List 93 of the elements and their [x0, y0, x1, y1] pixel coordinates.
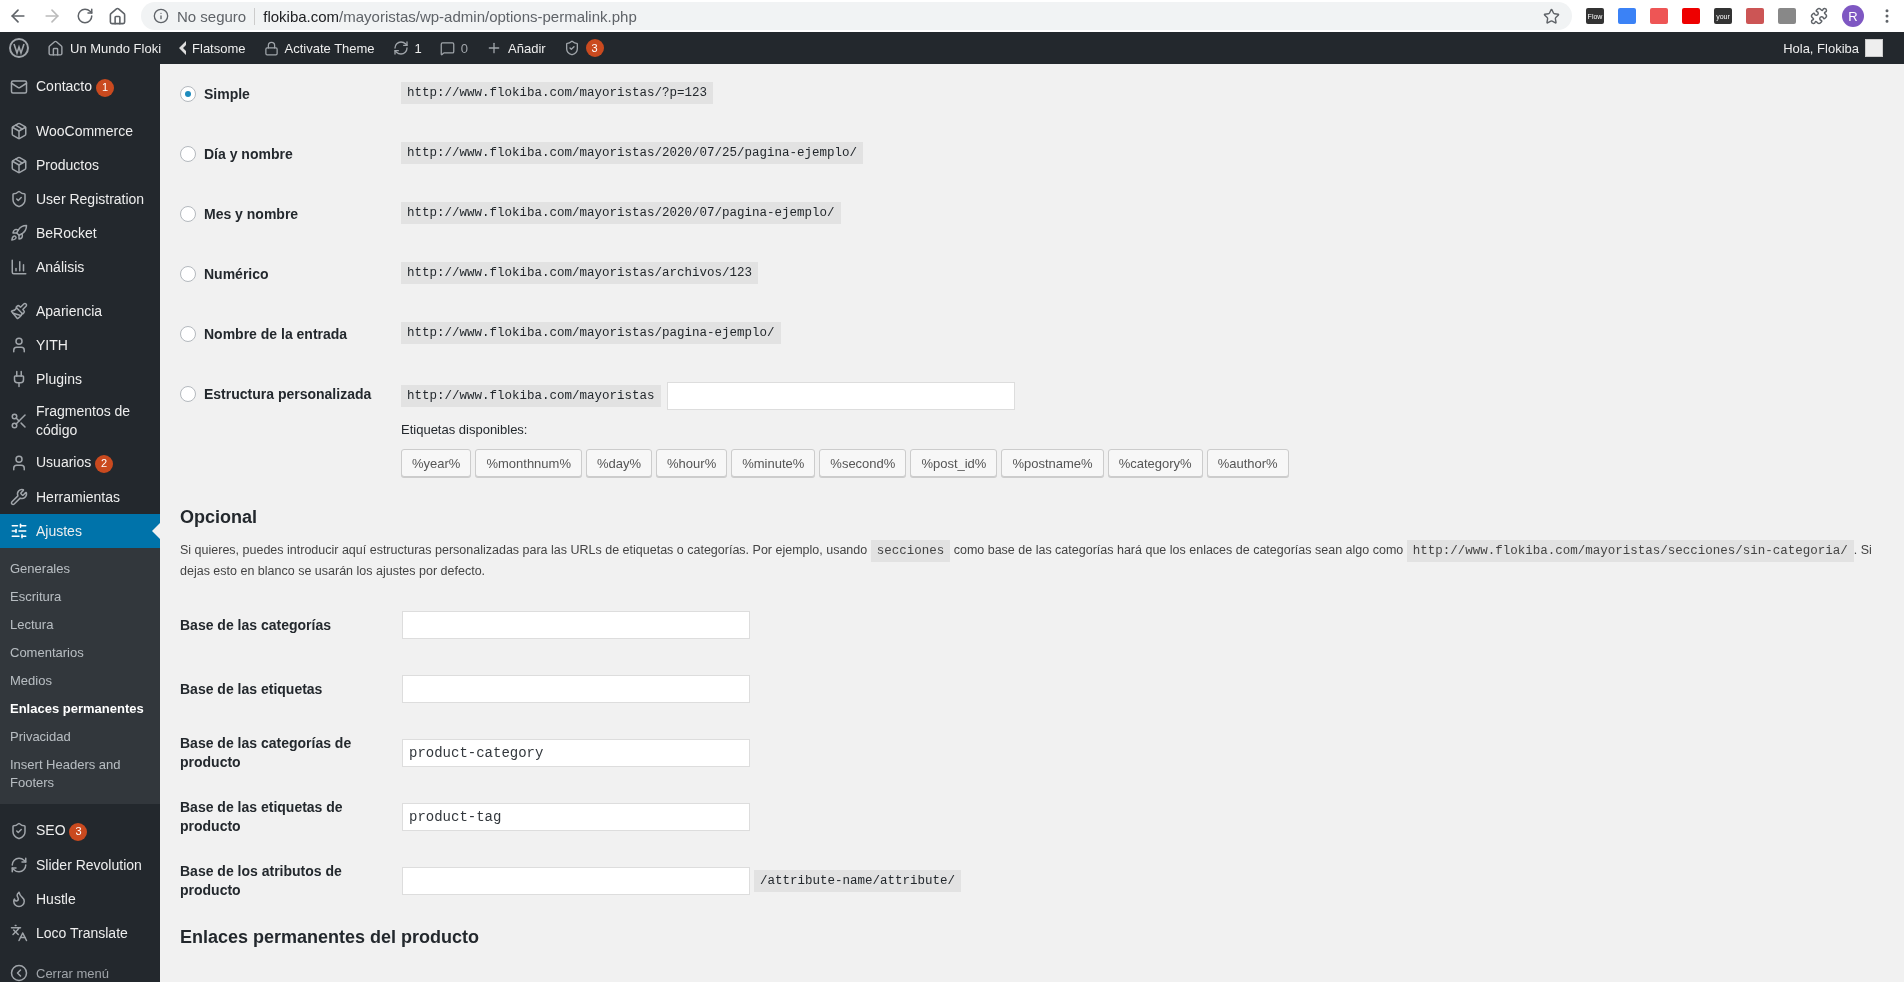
input-field[interactable]	[402, 611, 750, 639]
security-label: No seguro	[177, 7, 256, 25]
input-field[interactable]	[402, 675, 750, 703]
sidebar-item[interactable]: Plugins	[0, 362, 160, 396]
greeting-link[interactable]: Hola, Flokiba	[1774, 32, 1892, 64]
url-example: http://www.flokiba.com/mayoristas/?p=123	[401, 82, 714, 104]
url-example: http://www.flokiba.com/mayoristas/2020/07/25/pagina-ejemplo/	[401, 142, 864, 164]
radio-option[interactable]: Mes y nombre	[180, 202, 401, 226]
tags-label: Etiquetas disponibles:	[401, 422, 529, 437]
sidebar-item[interactable]: Slider Revolution	[0, 848, 160, 882]
extension-icon[interactable]	[1746, 8, 1764, 24]
submenu-item[interactable]: Insert Headers and Footers	[0, 751, 160, 797]
field-label: Base de las categorías de producto	[180, 734, 353, 772]
site-link[interactable]: Un Mundo Floki	[38, 32, 171, 64]
updates-link[interactable]: 1	[383, 32, 431, 64]
radio-option[interactable]: Numérico	[180, 262, 401, 286]
extension-icon[interactable]	[1618, 8, 1636, 24]
chevron-icon	[179, 41, 187, 55]
field-label: Base de los atributos de producto	[180, 862, 343, 900]
comment-icon	[439, 40, 455, 56]
radio-option[interactable]: Día y nombre	[180, 142, 401, 166]
field-label: Base de las etiquetas de producto	[180, 798, 344, 836]
sidebar-item[interactable]: YITH	[0, 328, 160, 362]
submenu-item[interactable]: Medios	[0, 667, 160, 695]
shield-icon	[563, 40, 580, 56]
custom-structure-field[interactable]	[666, 382, 1015, 410]
submenu-item[interactable]: Escritura	[0, 583, 160, 611]
home-icon[interactable]	[108, 6, 127, 26]
sidebar-item[interactable]: Herramientas	[0, 480, 160, 514]
tag-button[interactable]: %hour%	[656, 449, 728, 477]
puzzle-icon[interactable]	[1810, 7, 1828, 25]
extension-icon[interactable]	[1650, 8, 1668, 24]
sidebar-item[interactable]: Productos	[0, 148, 160, 182]
url-example: http://www.flokiba.com/mayoristas/2020/07/pagina-ejemplo/	[401, 202, 841, 224]
tag-button[interactable]: %post_id%	[910, 449, 998, 477]
theme-link[interactable]: Flatsome	[170, 32, 255, 64]
submenu-item[interactable]: Lectura	[0, 611, 160, 639]
radio-option[interactable]: Simple	[180, 82, 401, 106]
collapse-icon	[10, 964, 28, 982]
tag-button[interactable]: %postname%	[1001, 449, 1104, 477]
tag-button[interactable]: %minute%	[731, 449, 816, 477]
radio-option[interactable]: Nombre de la entrada	[180, 322, 401, 346]
submenu-item[interactable]: Privacidad	[0, 723, 160, 751]
url-suffix: /attribute-name/attribute/	[754, 870, 962, 892]
section-heading: Enlaces permanentes del producto	[180, 927, 481, 948]
seo-menu[interactable]: 3	[554, 32, 613, 64]
add-new-link[interactable]: Añadir	[477, 32, 555, 64]
activate-theme-link[interactable]: Activate Theme	[254, 32, 384, 64]
tag-button[interactable]: %year%	[401, 449, 472, 477]
sidebar-item[interactable]: User Registration	[0, 182, 160, 216]
sidebar-item[interactable]: SEO 3	[0, 814, 160, 848]
lock-icon	[263, 40, 279, 56]
tag-button[interactable]: %second%	[819, 449, 907, 477]
sidebar-item[interactable]: Hustle	[0, 882, 160, 916]
radio-option[interactable]: Estructura personalizada	[180, 382, 401, 406]
star-icon[interactable]	[1543, 7, 1560, 25]
reload-icon[interactable]	[76, 7, 94, 25]
field-label: Base de las categorías	[180, 615, 332, 635]
input-field[interactable]	[402, 867, 750, 895]
url-example: http://www.flokiba.com/mayoristas/pagina-ejemplo/	[401, 322, 781, 344]
sidebar-item[interactable]: Loco Translate	[0, 916, 160, 950]
input-field[interactable]: product-tag	[402, 803, 750, 831]
extension-icon[interactable]	[1682, 8, 1700, 24]
url-text: flokiba.com/mayoristas/wp-admin/options-permalink.php	[263, 7, 637, 25]
submenu-item[interactable]: Enlaces permanentes	[0, 695, 160, 723]
tag-button[interactable]: %day%	[585, 449, 653, 477]
home-icon	[47, 39, 64, 57]
info-icon	[153, 8, 169, 24]
tag-button[interactable]: %author%	[1206, 449, 1289, 477]
address-bar[interactable]: No seguro flokiba.com/mayoristas/wp-admin/options-permalink.php	[141, 2, 1572, 30]
sidebar-item[interactable]: Contacto 1	[0, 70, 160, 104]
sidebar-item[interactable]: Apariencia	[0, 294, 160, 328]
tag-button[interactable]: %monthnum%	[475, 449, 582, 477]
profile-avatar[interactable]: R	[1842, 5, 1864, 27]
tag-button[interactable]: %category%	[1107, 449, 1203, 477]
url-example: http://www.flokiba.com/mayoristas/archivos/123	[401, 262, 759, 284]
url-example: http://www.flokiba.com/mayoristas	[401, 385, 661, 407]
description-text: Si quieres, puedes introducir aquí estructuras personalizadas para las URLs de etiquetas o categorías. Por ejemplo, usando secciones como base de las categorías hará que los enlaces de categorías sean algo como http://www.flokiba.com/mayoristas/secciones/sin-categoria/ . Si dejas esto en blanco se usarán los ajustes por defecto.	[180, 540, 1884, 581]
sidebar-item[interactable]: Análisis	[0, 250, 160, 284]
refresh-icon	[392, 40, 409, 56]
input-field[interactable]: product-category	[402, 739, 750, 767]
collapse-menu-button[interactable]: Cerrar menú	[0, 960, 160, 982]
section-heading: Opcional	[180, 507, 258, 528]
sidebar-item[interactable]: Usuarios 2	[0, 446, 160, 480]
comments-link[interactable]: 0	[430, 32, 478, 64]
field-label: Base de las etiquetas	[180, 679, 324, 699]
sidebar-item[interactable]: Fragmentos de código	[0, 396, 160, 446]
sidebar-item[interactable]: BeRocket	[0, 216, 160, 250]
sidebar-item[interactable]: WooCommerce	[0, 114, 160, 148]
submenu-item[interactable]: Comentarios	[0, 639, 160, 667]
sidebar-item[interactable]: Ajustes	[0, 514, 160, 548]
submenu-item[interactable]: Generales	[0, 555, 160, 583]
extension-icon[interactable]	[1778, 8, 1796, 24]
